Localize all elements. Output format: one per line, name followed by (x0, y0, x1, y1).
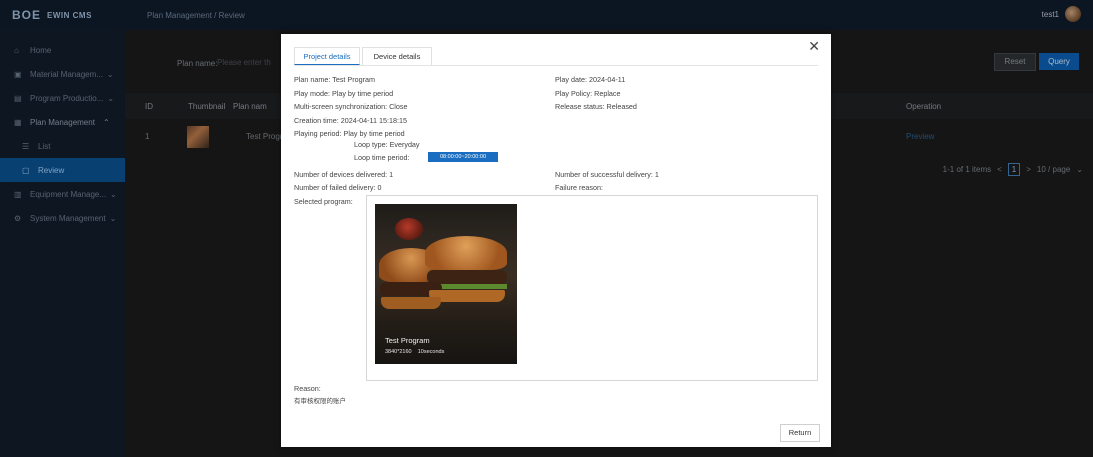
play-date-field: Play date: 2024-04-11 (555, 75, 626, 84)
return-button[interactable]: Return (780, 424, 820, 442)
loop-type-field: Loop type: Everyday (354, 140, 420, 149)
loop-time-badge: 08:00:00~20:00:00 (428, 152, 498, 162)
tab-project-details[interactable]: Project details (294, 47, 360, 65)
failure-reason-field: Failure reason: (555, 183, 603, 192)
successful-delivery-field: Number of successful delivery: 1 (555, 170, 659, 179)
program-thumbnail[interactable]: Test Program 3840*2160 10seconds (375, 204, 517, 364)
creation-time-field: Creation time: 2024-04-11 15:18:15 (294, 116, 407, 125)
program-title: Test Program (385, 336, 430, 345)
tab-bar: Project details Device details (294, 47, 818, 66)
program-resolution: 3840*2160 (385, 349, 412, 355)
program-duration: 10seconds (417, 349, 445, 355)
loop-time-label: Loop time period: (354, 153, 410, 162)
bun-shape (381, 297, 441, 309)
sauce-shape (395, 218, 423, 240)
program-meta: 3840*2160 10seconds (385, 349, 444, 355)
plan-details-modal: ✕ Project details Device details Plan na… (281, 34, 831, 447)
release-status-field: Release status: Released (555, 102, 637, 111)
tab-device-details[interactable]: Device details (362, 47, 432, 65)
plan-name-field: Plan name: Test Program (294, 75, 375, 84)
reason-text: 有审核权限的账户 (294, 398, 346, 405)
devices-delivered-field: Number of devices delivered: 1 (294, 170, 394, 179)
multi-screen-field: Multi-screen synchronization: Close (294, 102, 408, 111)
selected-program-label: Selected program: (294, 197, 353, 206)
failed-delivery-field: Number of failed delivery: 0 (294, 183, 382, 192)
reason-label: Reason: (294, 384, 321, 393)
play-policy-field: Play Policy: Replace (555, 89, 621, 98)
playing-period-field: Playing period: Play by time period (294, 129, 405, 138)
play-mode-field: Play mode: Play by time period (294, 89, 394, 98)
selected-program-box: Test Program 3840*2160 10seconds (366, 195, 818, 381)
bun-shape (425, 236, 507, 270)
